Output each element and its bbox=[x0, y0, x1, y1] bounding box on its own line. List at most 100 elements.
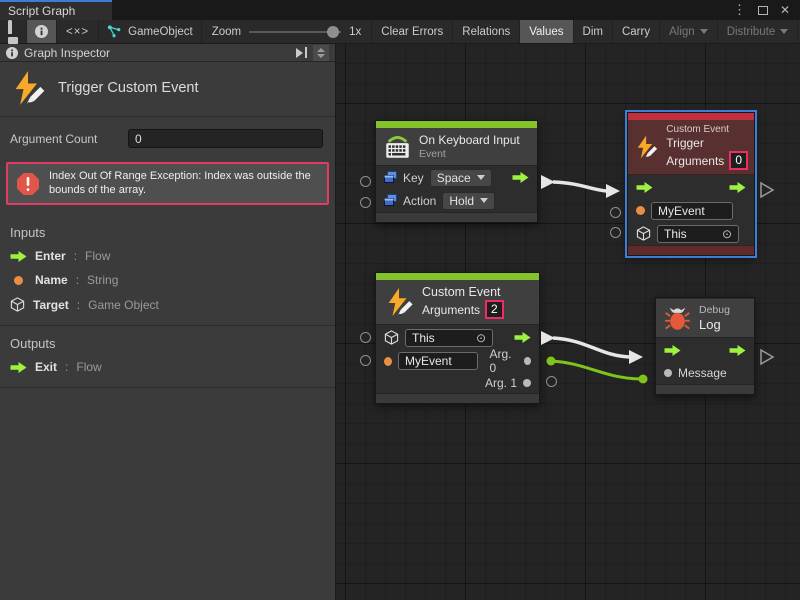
inspector-toggle-button[interactable] bbox=[27, 20, 57, 43]
outputs-section-label: Outputs bbox=[0, 326, 335, 355]
close-icon[interactable]: ✕ bbox=[780, 3, 790, 17]
graph-canvas[interactable]: On Keyboard Input Event Key Space Action… bbox=[336, 44, 800, 600]
zoom-slider[interactable] bbox=[249, 31, 341, 33]
key-dropdown[interactable]: Space bbox=[430, 169, 492, 187]
node-color-bar bbox=[376, 273, 539, 280]
key-outer-port[interactable] bbox=[360, 176, 371, 187]
arguments-count-field[interactable]: 0 bbox=[729, 151, 748, 170]
event-name-row: MyEvent Arg. 0 bbox=[376, 350, 539, 372]
error-message-box: Index Out Of Range Exception: Index was … bbox=[6, 162, 329, 205]
clear-errors-button[interactable]: Clear Errors bbox=[371, 20, 453, 43]
flow-output-port[interactable] bbox=[512, 172, 529, 183]
arg1-output-port[interactable] bbox=[523, 379, 531, 387]
cube-icon bbox=[636, 226, 651, 241]
wire-arg0-to-message[interactable] bbox=[547, 357, 648, 384]
string-port-icon bbox=[636, 206, 645, 215]
key-row: Key Space bbox=[376, 166, 537, 189]
code-icon: <×> bbox=[66, 26, 89, 38]
zoom-slider-handle[interactable] bbox=[327, 26, 339, 38]
dim-button[interactable]: Dim bbox=[574, 20, 613, 43]
argument-count-label: Argument Count bbox=[10, 132, 128, 146]
event-name-field[interactable]: MyEvent bbox=[651, 202, 733, 220]
window-tab-bar: Script Graph ⋮ ✕ bbox=[0, 0, 800, 20]
dock-panel-icon[interactable] bbox=[296, 47, 307, 58]
output-port-exit: Exit:Flow bbox=[0, 355, 335, 379]
arguments-count-field[interactable]: 2 bbox=[485, 300, 504, 319]
lock-button[interactable] bbox=[0, 20, 27, 43]
node-header: Custom Event Arguments 2 bbox=[376, 280, 539, 325]
node-color-bar bbox=[628, 113, 754, 120]
inputs-section-label: Inputs bbox=[0, 215, 335, 244]
flow-continuation-port[interactable] bbox=[761, 350, 773, 364]
info-icon bbox=[35, 25, 48, 38]
arg1-outer-port[interactable] bbox=[546, 376, 557, 387]
tab-script-graph[interactable]: Script Graph bbox=[0, 0, 112, 20]
message-input-port[interactable] bbox=[664, 369, 672, 377]
gameobject-target[interactable]: GameObject bbox=[98, 20, 202, 43]
lock-icon bbox=[8, 20, 18, 44]
csharp-preview-button[interactable]: <×> bbox=[57, 20, 98, 43]
node-header: Custom Event Trigger Arguments 0 bbox=[628, 120, 754, 175]
wire-keyboard-to-trigger[interactable] bbox=[541, 175, 620, 198]
target-field[interactable]: This⊙ bbox=[657, 225, 739, 243]
carry-button[interactable]: Carry bbox=[613, 20, 660, 43]
chevron-down-icon bbox=[700, 29, 708, 34]
gameobject-graph-icon bbox=[107, 24, 122, 39]
string-port-icon bbox=[384, 357, 392, 366]
node-footer bbox=[656, 384, 754, 394]
graph-inspector-panel: Graph Inspector Trigger Custom Event Arg… bbox=[0, 44, 336, 600]
flow-output-port[interactable] bbox=[729, 182, 746, 193]
inspector-title-block: Trigger Custom Event bbox=[0, 62, 335, 117]
node-on-keyboard-input[interactable]: On Keyboard Input Event Key Space Action… bbox=[375, 120, 538, 223]
object-picker-icon[interactable]: ⊙ bbox=[476, 331, 486, 345]
inspector-header: Graph Inspector bbox=[0, 44, 335, 62]
wire-customevent-to-log[interactable] bbox=[541, 331, 643, 364]
relations-button[interactable]: Relations bbox=[453, 20, 520, 43]
graph-toolbar: <×> GameObject Zoom 1x Clear Errors Rela… bbox=[0, 20, 800, 44]
flow-output-port[interactable] bbox=[514, 332, 531, 343]
node-custom-event[interactable]: Custom Event Arguments 2 This⊙ MyEvent A… bbox=[375, 272, 540, 404]
maximize-icon[interactable] bbox=[758, 6, 768, 15]
zoom-control: Zoom 1x bbox=[202, 20, 372, 43]
event-name-outer-port[interactable] bbox=[360, 355, 371, 366]
event-name-field[interactable]: MyEvent bbox=[398, 352, 478, 370]
node-debug-log[interactable]: Debug Log Message bbox=[655, 297, 755, 395]
zoom-label: Zoom bbox=[212, 26, 241, 38]
cube-icon bbox=[384, 330, 399, 345]
message-row: Message bbox=[656, 362, 754, 384]
values-button[interactable]: Values bbox=[520, 20, 573, 43]
input-port-name: Name:String bbox=[0, 268, 335, 292]
cube-icon bbox=[10, 297, 25, 312]
target-outer-port[interactable] bbox=[360, 332, 371, 343]
divider bbox=[0, 387, 335, 388]
flow-continuation-port[interactable] bbox=[761, 183, 773, 197]
error-message-text: Index Out Of Range Exception: Index was … bbox=[49, 170, 319, 197]
distribute-dropdown[interactable]: Distribute bbox=[718, 20, 799, 43]
flow-row bbox=[656, 338, 754, 362]
event-name-row: MyEvent bbox=[628, 199, 754, 222]
action-code-icon bbox=[384, 194, 397, 207]
action-outer-port[interactable] bbox=[360, 197, 371, 208]
kebab-menu-icon[interactable]: ⋮ bbox=[733, 2, 746, 18]
node-header: On Keyboard Input Event bbox=[376, 128, 537, 166]
key-code-icon bbox=[384, 171, 397, 184]
flow-input-port[interactable] bbox=[636, 182, 653, 193]
arg0-output-port[interactable] bbox=[524, 357, 531, 365]
target-field[interactable]: This⊙ bbox=[405, 329, 493, 347]
node-color-bar bbox=[376, 121, 537, 128]
node-footer bbox=[376, 212, 537, 222]
input-port-enter: Enter:Flow bbox=[0, 244, 335, 268]
align-dropdown[interactable]: Align bbox=[660, 20, 718, 43]
argument-count-input[interactable] bbox=[128, 129, 323, 148]
argument-count-row: Argument Count bbox=[0, 117, 335, 154]
node-trigger-custom-event[interactable]: Custom Event Trigger Arguments 0 MyEvent bbox=[627, 112, 755, 256]
bug-icon bbox=[664, 305, 691, 332]
target-row: This⊙ bbox=[628, 222, 754, 245]
event-name-outer-port[interactable] bbox=[610, 207, 621, 218]
panel-sort-button[interactable] bbox=[313, 45, 329, 61]
flow-input-port[interactable] bbox=[664, 345, 681, 356]
target-outer-port[interactable] bbox=[610, 227, 621, 238]
object-picker-icon[interactable]: ⊙ bbox=[722, 227, 732, 241]
action-dropdown[interactable]: Hold bbox=[442, 192, 495, 210]
flow-output-port[interactable] bbox=[729, 345, 746, 356]
